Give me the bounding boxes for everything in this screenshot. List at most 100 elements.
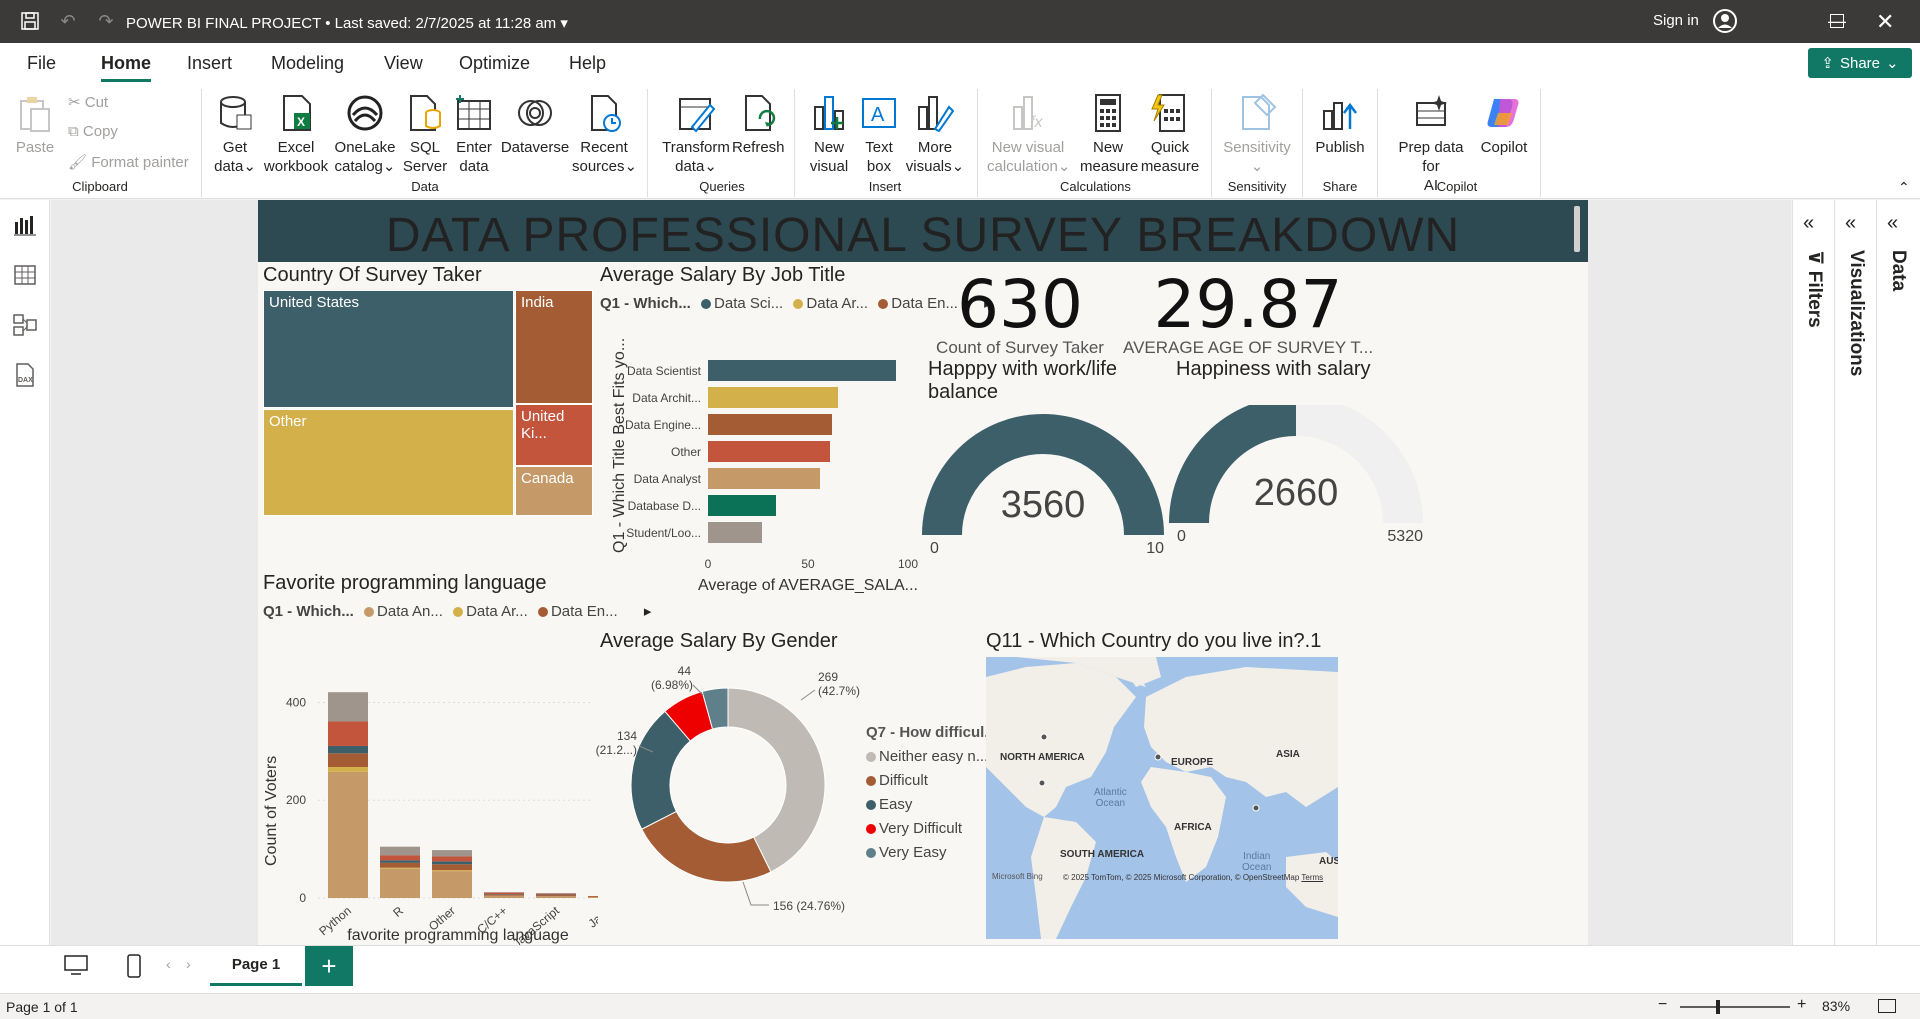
bar-segment[interactable] xyxy=(380,860,420,863)
sign-in-button[interactable]: Sign in xyxy=(1653,12,1699,29)
redo-icon[interactable]: ↷ xyxy=(93,8,119,34)
new-visual-calculation-button[interactable]: fx New visual calculation⌄ xyxy=(987,93,1070,176)
cut-button[interactable]: ✂ Cut xyxy=(68,93,108,111)
text-box-button[interactable]: A Text box xyxy=(857,93,901,176)
dax-query-view-icon[interactable]: DAX xyxy=(12,362,38,388)
world-map[interactable]: NORTH AMERICA EUROPE ASIA Atlantic Ocean … xyxy=(986,657,1338,939)
menu-home[interactable]: Home xyxy=(101,53,152,82)
header-scrollbar[interactable] xyxy=(1574,206,1580,252)
bar[interactable] xyxy=(708,441,830,462)
bar-segment[interactable] xyxy=(380,868,420,898)
dataverse-button[interactable]: Dataverse xyxy=(500,93,570,157)
bar-segment[interactable] xyxy=(328,721,368,746)
undo-icon[interactable]: ↶ xyxy=(55,8,81,34)
paste-button[interactable]: Paste xyxy=(14,93,56,157)
enter-data-button[interactable]: Enter data xyxy=(452,93,496,176)
format-painter-button[interactable]: 🖌 Format painter xyxy=(68,153,189,171)
copy-button[interactable]: ⧉ Copy xyxy=(68,123,118,140)
salary-happiness-gauge[interactable]: 2660 0 5320 xyxy=(1168,405,1428,555)
bar[interactable] xyxy=(708,495,776,516)
legend-item[interactable]: Data Ar... xyxy=(787,295,868,312)
menu-optimize[interactable]: Optimize xyxy=(459,53,530,74)
legend-item[interactable]: Data Sci... xyxy=(695,295,783,312)
excel-workbook-button[interactable]: X Excel workbook xyxy=(262,93,330,176)
treemap-tile-india[interactable]: India xyxy=(515,290,593,404)
quick-measure-button[interactable]: Quick measure xyxy=(1140,93,1200,176)
legend-item[interactable]: Data En... xyxy=(532,603,618,620)
new-visual-button[interactable]: New visual xyxy=(807,93,851,176)
bar[interactable] xyxy=(708,468,820,489)
prev-page-icon[interactable]: ‹ xyxy=(166,956,171,972)
more-visuals-button[interactable]: More visuals⌄ xyxy=(905,93,965,176)
bar-segment[interactable] xyxy=(432,856,472,862)
transform-data-button[interactable]: Transform data⌄ xyxy=(660,93,732,176)
bar-segment[interactable] xyxy=(380,855,420,861)
bar-segment[interactable] xyxy=(432,850,472,857)
zoom-thumb[interactable] xyxy=(1716,1000,1720,1014)
legend-next-icon[interactable]: ▸ xyxy=(644,603,652,620)
report-view-icon[interactable] xyxy=(12,212,38,238)
expand-data-icon[interactable]: « xyxy=(1887,212,1898,235)
filters-pane[interactable]: « ⊽ Filters xyxy=(1792,200,1832,945)
bar-segment[interactable] xyxy=(380,846,420,856)
salary-job-chart[interactable]: Data Scientist Data Archit... Data Engine.… xyxy=(598,318,918,618)
share-button[interactable]: ⇪ Share ⌄ xyxy=(1808,48,1912,78)
sensitivity-button[interactable]: Sensitivity ⌄ xyxy=(1220,93,1294,176)
legend-item[interactable]: Data An... xyxy=(358,603,443,620)
copilot-button[interactable]: Copilot xyxy=(1476,93,1532,157)
sql-server-button[interactable]: SQL Server xyxy=(401,93,449,176)
treemap-tile-united-kingdom[interactable]: United Ki... xyxy=(515,404,593,466)
legend-item[interactable]: Data Ar... xyxy=(447,603,528,620)
treemap-tile-canada[interactable]: Canada xyxy=(515,466,593,516)
menu-view[interactable]: View xyxy=(384,53,423,74)
treemap-tile-united-states[interactable]: United States xyxy=(263,290,514,408)
table-view-icon[interactable] xyxy=(12,262,38,288)
bar-segment[interactable] xyxy=(328,766,368,772)
account-icon[interactable] xyxy=(1712,8,1738,34)
desktop-layout-icon[interactable] xyxy=(63,954,89,981)
next-page-icon[interactable]: › xyxy=(186,956,191,972)
menu-help[interactable]: Help xyxy=(569,53,606,74)
add-page-button[interactable]: + xyxy=(305,946,353,986)
expand-visualizations-icon[interactable]: « xyxy=(1845,212,1856,235)
bar-segment[interactable] xyxy=(432,870,472,872)
document-title[interactable]: POWER BI FINAL PROJECT • Last saved: 2/7… xyxy=(126,14,568,32)
bar-segment[interactable] xyxy=(432,861,472,865)
treemap-tile-other[interactable]: Other xyxy=(263,409,514,516)
bar-segment[interactable] xyxy=(536,895,576,897)
zoom-level[interactable]: 83% xyxy=(1822,998,1850,1014)
terms-link[interactable]: Terms xyxy=(1301,873,1323,882)
country-treemap[interactable]: United States India Other United Ki... C… xyxy=(263,290,593,516)
donut-slice[interactable] xyxy=(641,810,772,883)
zoom-out-button[interactable]: − xyxy=(1658,996,1667,1014)
data-pane[interactable]: « Data xyxy=(1876,200,1916,945)
page-tab[interactable]: Page 1 xyxy=(210,946,302,986)
bar-segment[interactable] xyxy=(484,892,524,895)
recent-sources-button[interactable]: Recent sources⌄ xyxy=(572,93,637,176)
menu-modeling[interactable]: Modeling xyxy=(271,53,344,74)
bar-segment[interactable] xyxy=(328,745,368,754)
bar[interactable] xyxy=(708,387,838,408)
close-icon[interactable]: ✕ xyxy=(1876,9,1894,35)
new-measure-button[interactable]: New measure xyxy=(1080,93,1138,176)
bar-segment[interactable] xyxy=(484,894,524,896)
bar-segment[interactable] xyxy=(536,896,576,898)
publish-button[interactable]: Publish xyxy=(1312,93,1368,157)
zoom-in-button[interactable]: + xyxy=(1797,996,1806,1014)
bar-segment[interactable] xyxy=(328,692,368,722)
bar-segment[interactable] xyxy=(432,871,472,898)
bar-segment[interactable] xyxy=(380,862,420,868)
bar[interactable] xyxy=(708,522,762,543)
expand-filters-icon[interactable]: « xyxy=(1803,212,1814,235)
worklife-gauge[interactable]: 3560 0 10 xyxy=(920,405,1170,555)
bar-segment[interactable] xyxy=(328,753,368,767)
maximize-icon[interactable] xyxy=(1830,14,1844,28)
save-icon[interactable] xyxy=(17,8,43,34)
gender-donut-chart[interactable]: 269(42.7%) 156 (24.76%) 134(21.2...) 44(6.9… xyxy=(593,660,863,930)
visualizations-pane[interactable]: « Visualizations xyxy=(1834,200,1874,945)
bar-segment[interactable] xyxy=(484,895,524,898)
bar-segment[interactable] xyxy=(536,893,576,895)
programming-chart[interactable]: 4002000Python R Other C/C++ JavaScript JavaCo… xyxy=(258,626,598,945)
bar-segment[interactable] xyxy=(432,864,472,871)
get-data-button[interactable]: Get data⌄ xyxy=(212,93,258,176)
